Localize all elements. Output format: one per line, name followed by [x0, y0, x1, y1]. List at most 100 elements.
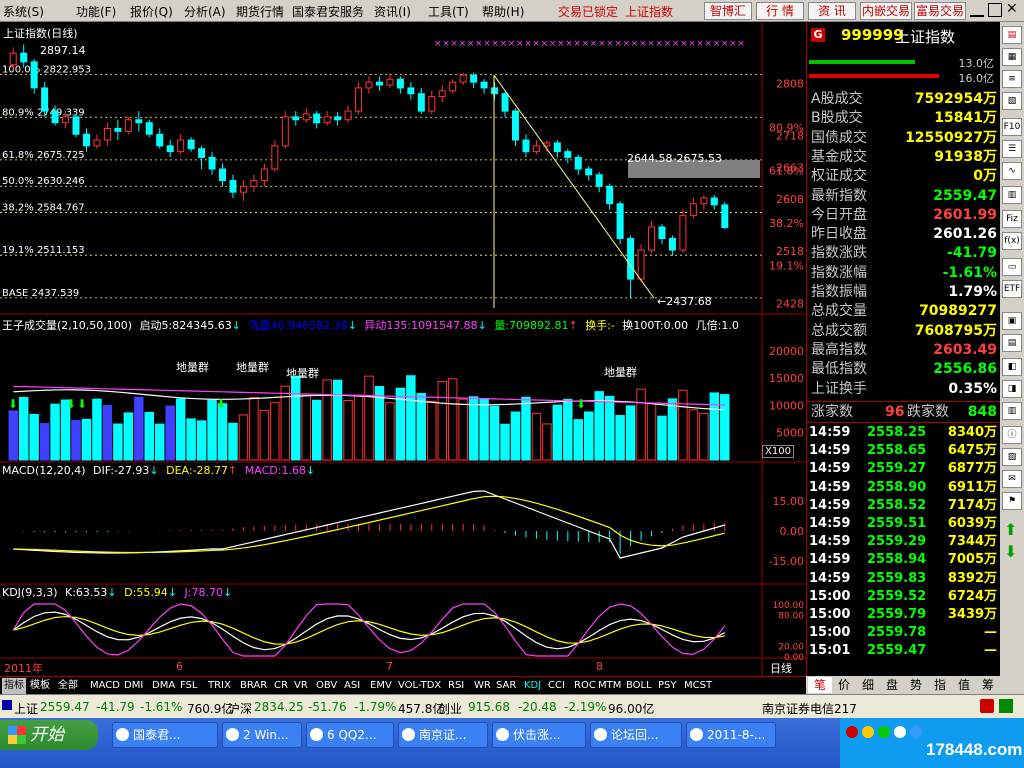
- grid-tool-icon[interactable]: ▦: [1002, 48, 1022, 66]
- split-tool-icon[interactable]: ◨: [1002, 380, 1022, 398]
- indicator-tab-全部[interactable]: 全部: [56, 678, 80, 694]
- mail-tool-icon[interactable]: ✉: [1002, 470, 1022, 488]
- indicator-tab-asi[interactable]: ASI: [342, 678, 362, 694]
- indicator-tab-macd[interactable]: MACD: [88, 678, 122, 694]
- indicator-tab-boll[interactable]: BOLL: [624, 678, 654, 694]
- volume-bar: [489, 405, 500, 461]
- indicator-tab-psy[interactable]: PSY: [656, 678, 679, 694]
- f10-button[interactable]: F10: [1002, 118, 1022, 136]
- taskbar-button[interactable]: 南京证...: [398, 722, 488, 748]
- news-button[interactable]: 资 讯: [808, 2, 856, 20]
- chart-tool-icon[interactable]: ▤: [1002, 26, 1022, 44]
- chart-svg[interactable]: 100.0% 2822.95380.9% 2749.33961.8% 2675.…: [0, 22, 806, 676]
- maximize-icon[interactable]: [988, 3, 1002, 17]
- arrow-up-icon[interactable]: ⬆: [1004, 520, 1017, 539]
- indicator-tab-mcst[interactable]: MCST: [682, 678, 714, 694]
- indicator-tab-rsi[interactable]: RSI: [446, 678, 466, 694]
- candle-body: [114, 127, 122, 132]
- indicator-tab-dma[interactable]: DMA: [150, 678, 177, 694]
- fiz-button[interactable]: Fiz: [1002, 210, 1022, 228]
- tray-icon-4[interactable]: [894, 726, 906, 738]
- doc-tool-icon[interactable]: ▧: [1002, 92, 1022, 110]
- indicator-tab-obv[interactable]: OBV: [314, 678, 339, 694]
- table-tool-icon[interactable]: ≡: [1002, 70, 1022, 88]
- quote-button[interactable]: 行 情: [756, 2, 804, 20]
- chart-area[interactable]: 100.0% 2822.953 80.9% 2749.339 61.8% 2675.…: [0, 22, 806, 676]
- indicator-tab-trix[interactable]: TRIX: [206, 678, 233, 694]
- menu-analysis[interactable]: 分析(A): [184, 3, 226, 20]
- menu-futures[interactable]: 期货行情: [236, 3, 284, 20]
- menu-system[interactable]: 系统(S): [3, 3, 44, 20]
- quote-tab-4[interactable]: 势: [904, 677, 928, 693]
- list-tool-icon[interactable]: ☰: [1002, 140, 1022, 158]
- indicator-tab-sar[interactable]: SAR: [494, 678, 518, 694]
- taskbar-button[interactable]: 论坛回...: [590, 722, 682, 748]
- taskbar-button[interactable]: 2011-8-...: [686, 722, 776, 748]
- taskbar-button[interactable]: 6 QQ2...: [306, 722, 394, 748]
- menu-help[interactable]: 帮助(H): [482, 3, 524, 20]
- menu-gtja-service[interactable]: 国泰君安服务: [292, 3, 364, 20]
- period-label[interactable]: 日线: [770, 660, 792, 676]
- quote-panel-tabs: 笔价细盘势指值筹: [806, 676, 1000, 694]
- tray-icon-5[interactable]: [910, 726, 922, 738]
- tray-icon-1[interactable]: [846, 726, 858, 738]
- indicator-tab-指标[interactable]: 指标: [2, 678, 26, 694]
- taskbar-button[interactable]: 2 Win...: [222, 722, 302, 748]
- window-tool-icon[interactable]: ▣: [1002, 312, 1022, 330]
- quote-tab-1[interactable]: 价: [832, 677, 856, 693]
- indicator-tab-mtm[interactable]: MTM: [596, 678, 623, 694]
- quote-tab-2[interactable]: 细: [856, 677, 880, 693]
- alert-icon[interactable]: [980, 699, 994, 713]
- indicator-tab-cr[interactable]: CR: [272, 678, 290, 694]
- volume-bar: [29, 413, 39, 461]
- indicator-tab-vol-tdx[interactable]: VOL-TDX: [396, 678, 443, 694]
- menu-news[interactable]: 资讯(I): [374, 3, 411, 20]
- taskbar-button[interactable]: 国泰君...: [112, 722, 218, 748]
- menu-function[interactable]: 功能(F): [76, 3, 116, 20]
- indicator-tab-cci[interactable]: CCI: [546, 678, 567, 694]
- embedded-trade-button[interactable]: 内嵌交易: [860, 2, 912, 20]
- quote-tab-6[interactable]: 值: [952, 677, 976, 693]
- quote-tab-7[interactable]: 筹: [976, 677, 1000, 693]
- price-axis-tick: 2808: [776, 77, 804, 90]
- vol-qd: 启动5:824345.63: [139, 319, 232, 332]
- menu-tools[interactable]: 工具(T): [428, 3, 469, 20]
- f1-button[interactable]: ▥: [1002, 186, 1022, 204]
- indicator-tab-kdj[interactable]: KDJ: [522, 678, 543, 694]
- start-button[interactable]: 开始: [0, 720, 98, 750]
- quote-tab-5[interactable]: 指: [928, 677, 952, 693]
- quote-tab-3[interactable]: 盘: [880, 677, 904, 693]
- fuyi-trade-button[interactable]: 富易交易: [914, 2, 966, 20]
- indicator-tab-fsl[interactable]: FSL: [178, 678, 200, 694]
- stats-tool-icon[interactable]: ▭: [1002, 258, 1022, 276]
- curve-tool-icon[interactable]: ∿: [1002, 162, 1022, 180]
- tray-icon-3[interactable]: [878, 726, 890, 738]
- indicator-tab-wr[interactable]: WR: [472, 678, 493, 694]
- calc-tool-icon[interactable]: ▤: [1002, 334, 1022, 352]
- minimize-icon[interactable]: [970, 3, 984, 17]
- zhibohui-button[interactable]: 智博汇: [704, 2, 752, 20]
- tray-icon-2[interactable]: [862, 726, 874, 738]
- chart2-tool-icon[interactable]: ▥: [1002, 402, 1022, 420]
- indicator-tab-brar[interactable]: BRAR: [238, 678, 269, 694]
- indicator-tab-模板[interactable]: 模板: [28, 678, 52, 694]
- news-tool-icon[interactable]: ▨: [1002, 448, 1022, 466]
- indicator-tab-emv[interactable]: EMV: [368, 678, 394, 694]
- fx-button[interactable]: f(x): [1002, 232, 1022, 250]
- volume-panel: ⬇ ⬇ ⬇ ⬇ ⬇ ⇧: [8, 375, 730, 461]
- alarm-tool-icon[interactable]: ⚑: [1002, 492, 1022, 510]
- taskbar-button[interactable]: 伏击涨...: [492, 722, 586, 748]
- menu-quote[interactable]: 报价(Q): [130, 3, 173, 20]
- etf-button[interactable]: ETF: [1002, 280, 1022, 298]
- quote-tab-0[interactable]: 笔: [808, 677, 832, 693]
- info-tool-icon[interactable]: ⓘ: [1002, 426, 1022, 444]
- indicator-tab-roc[interactable]: ROC: [572, 678, 598, 694]
- indicator-tab-vr[interactable]: VR: [292, 678, 310, 694]
- indicator-tab-dmi[interactable]: DMI: [122, 678, 145, 694]
- stat-label: A股成交: [811, 91, 863, 107]
- close-icon[interactable]: ✕: [1006, 1, 1018, 17]
- amount-red-value: 16.0亿: [958, 72, 995, 85]
- panel-tool-icon[interactable]: ◧: [1002, 358, 1022, 376]
- arrow-down-icon[interactable]: ⬇: [1004, 542, 1017, 561]
- signal-icon[interactable]: [999, 699, 1013, 713]
